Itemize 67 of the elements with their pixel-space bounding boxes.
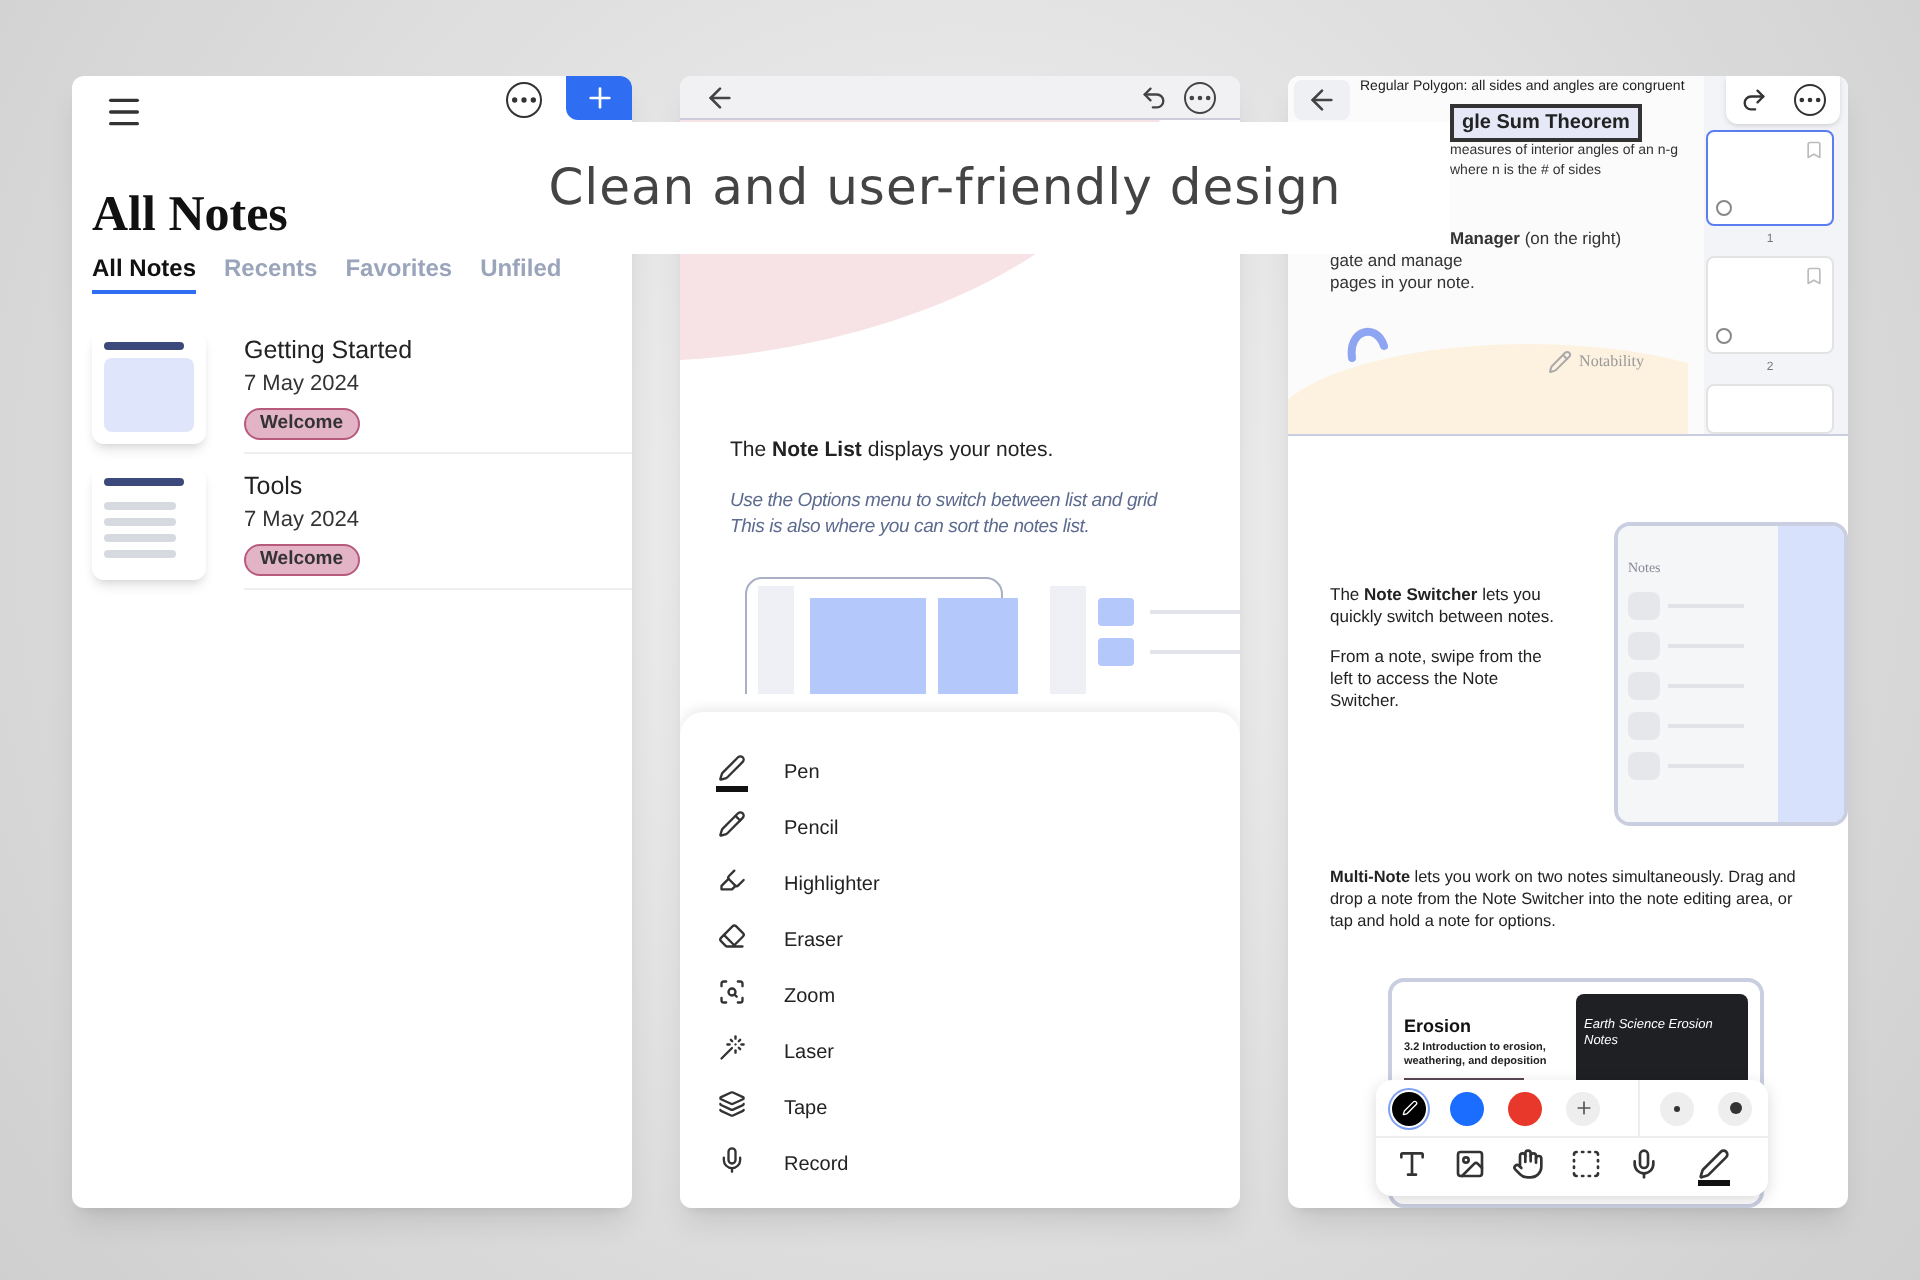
hint-text: This is also where you can sort the notes list. [730, 513, 1092, 540]
tool-item[interactable]: Record [716, 1136, 1240, 1192]
multi-note-text: Multi-Note lets you work on two notes simultaneously. Drag and drop a note from the Note Switcher into the note editing area, or tap and hold a note for options. [1330, 866, 1798, 932]
page-badge-icon [1716, 327, 1732, 344]
tab[interactable]: All Notes [92, 250, 197, 295]
plus-icon [583, 82, 615, 114]
selection-icon [1570, 1148, 1602, 1180]
tool-label: Pencil [784, 815, 839, 843]
hint-text: Use the Options menu to switch between list and grid [730, 487, 1160, 514]
manager-text: gate and manage [1330, 249, 1465, 271]
tool-label: Tape [784, 1095, 828, 1123]
tool-label: Highlighter [784, 871, 880, 899]
hand-icon [1512, 1148, 1544, 1180]
erosion-title: Erosion [1404, 1014, 1474, 1040]
tool-item[interactable]: Eraser [716, 912, 1240, 968]
plus-icon [1573, 1098, 1593, 1118]
back-icon[interactable] [704, 81, 736, 113]
switcher-hint: From a note, swipe from the left to access the Note Switcher. [1330, 646, 1544, 712]
note-date: 7 May 2024 [244, 506, 359, 537]
color-swatch[interactable] [1392, 1091, 1426, 1125]
toolbar-tool[interactable] [1698, 1148, 1730, 1186]
tool-item[interactable]: Laser [716, 1024, 1240, 1080]
tool-item[interactable]: Pencil [716, 800, 1240, 856]
note-tag[interactable]: Welcome [244, 407, 360, 440]
thin-size-button[interactable] [1660, 1091, 1694, 1125]
more-icon[interactable] [1184, 81, 1216, 113]
note-tag[interactable]: Welcome [244, 543, 360, 576]
page-thumbnail[interactable] [1706, 130, 1834, 227]
image-icon [1454, 1148, 1486, 1180]
caption-text: Clean and user-friendly design [548, 156, 1342, 221]
new-note-button[interactable] [566, 76, 632, 120]
switcher-text: The Note Switcher lets you quickly switch between notes. [1330, 584, 1556, 628]
add-color-button[interactable] [1566, 1091, 1600, 1125]
back-icon [1306, 84, 1338, 116]
theorem-heading: gle Sum Theorem [1450, 103, 1642, 141]
more-icon[interactable] [1794, 84, 1827, 116]
tool-label: Record [784, 1151, 849, 1179]
note-title[interactable]: Tools [244, 467, 303, 505]
tool-item[interactable]: Highlighter [716, 856, 1240, 912]
tool-label: Pen [784, 759, 820, 787]
tool-item[interactable]: Zoom [716, 968, 1240, 1024]
pen-icon [1401, 1100, 1417, 1116]
note-thumbnail [92, 465, 206, 580]
manager-text: Manager (on the right) [1450, 227, 1624, 249]
undo-icon[interactable] [1140, 83, 1168, 111]
tool-label: Laser [784, 1039, 835, 1067]
note-thumbnail [92, 329, 206, 444]
color-swatch[interactable] [1450, 1091, 1484, 1125]
manager-text: pages in your note. [1330, 271, 1477, 293]
thick-size-button[interactable] [1718, 1091, 1752, 1125]
tool-label: Zoom [784, 983, 836, 1011]
page-badge-icon [1716, 200, 1732, 217]
pencil-icon [1547, 349, 1572, 373]
intro-text: The Note List displays your notes. [730, 436, 1056, 466]
tool-label: Eraser [784, 927, 843, 955]
tool-item[interactable]: Tape [716, 1080, 1240, 1136]
note-title[interactable]: Getting Started [244, 331, 413, 369]
brand-text: Notability [1579, 349, 1644, 373]
more-icon[interactable] [506, 82, 542, 118]
text-icon [1396, 1148, 1428, 1180]
back-button[interactable] [1294, 80, 1350, 120]
microphone-icon [1628, 1148, 1660, 1180]
note-date: 7 May 2024 [244, 370, 359, 401]
color-swatch[interactable] [1508, 1091, 1542, 1125]
tool-item[interactable]: Pen [716, 744, 1240, 800]
pen-icon [1698, 1148, 1730, 1180]
redo-icon[interactable] [1739, 86, 1768, 114]
